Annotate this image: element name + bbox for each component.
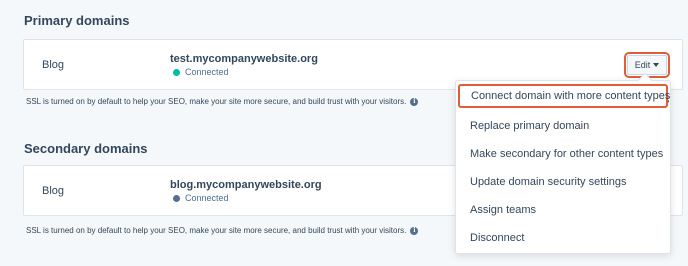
secondary-status-text: Connected [185,193,229,203]
primary-status-text: Connected [185,67,229,77]
edit-button-label: Edit [634,60,651,70]
secondary-ssl-text: SSL is turned on by default to help your… [26,226,407,235]
menu-item-disconnect[interactable]: Disconnect [470,232,524,244]
secondary-domains-title: Secondary domains [24,141,148,156]
secondary-status: Connected [170,193,229,203]
primary-ssl-note: SSL is turned on by default to help your… [26,97,419,106]
menu-item-connect-domain-highlighted[interactable]: Connect domain with more content types [471,90,670,102]
caret-down-icon [653,63,660,67]
menu-item-replace-primary[interactable]: Replace primary domain [470,120,589,132]
info-icon[interactable]: i [410,226,419,235]
connected-dot-icon [173,194,180,202]
connected-dot-icon [173,68,180,76]
primary-status: Connected [170,67,229,77]
menu-item-make-secondary[interactable]: Make secondary for other content types [470,148,663,160]
info-icon[interactable]: i [410,97,419,106]
primary-domains-title: Primary domains [24,13,130,28]
secondary-card-label: Blog [42,185,65,197]
primary-ssl-text: SSL is turned on by default to help your… [26,97,407,106]
primary-domain-name[interactable]: test.mycompanywebsite.org [170,53,318,65]
secondary-ssl-note: SSL is turned on by default to help your… [26,226,419,235]
edit-button[interactable]: Edit [624,52,670,78]
primary-card-label: Blog [42,59,65,71]
secondary-domain-name[interactable]: blog.mycompanywebsite.org [170,179,322,191]
menu-item-update-security[interactable]: Update domain security settings [470,176,627,188]
menu-highlight-box: Connect domain with more content types [458,84,670,108]
menu-item-assign-teams[interactable]: Assign teams [470,204,536,216]
